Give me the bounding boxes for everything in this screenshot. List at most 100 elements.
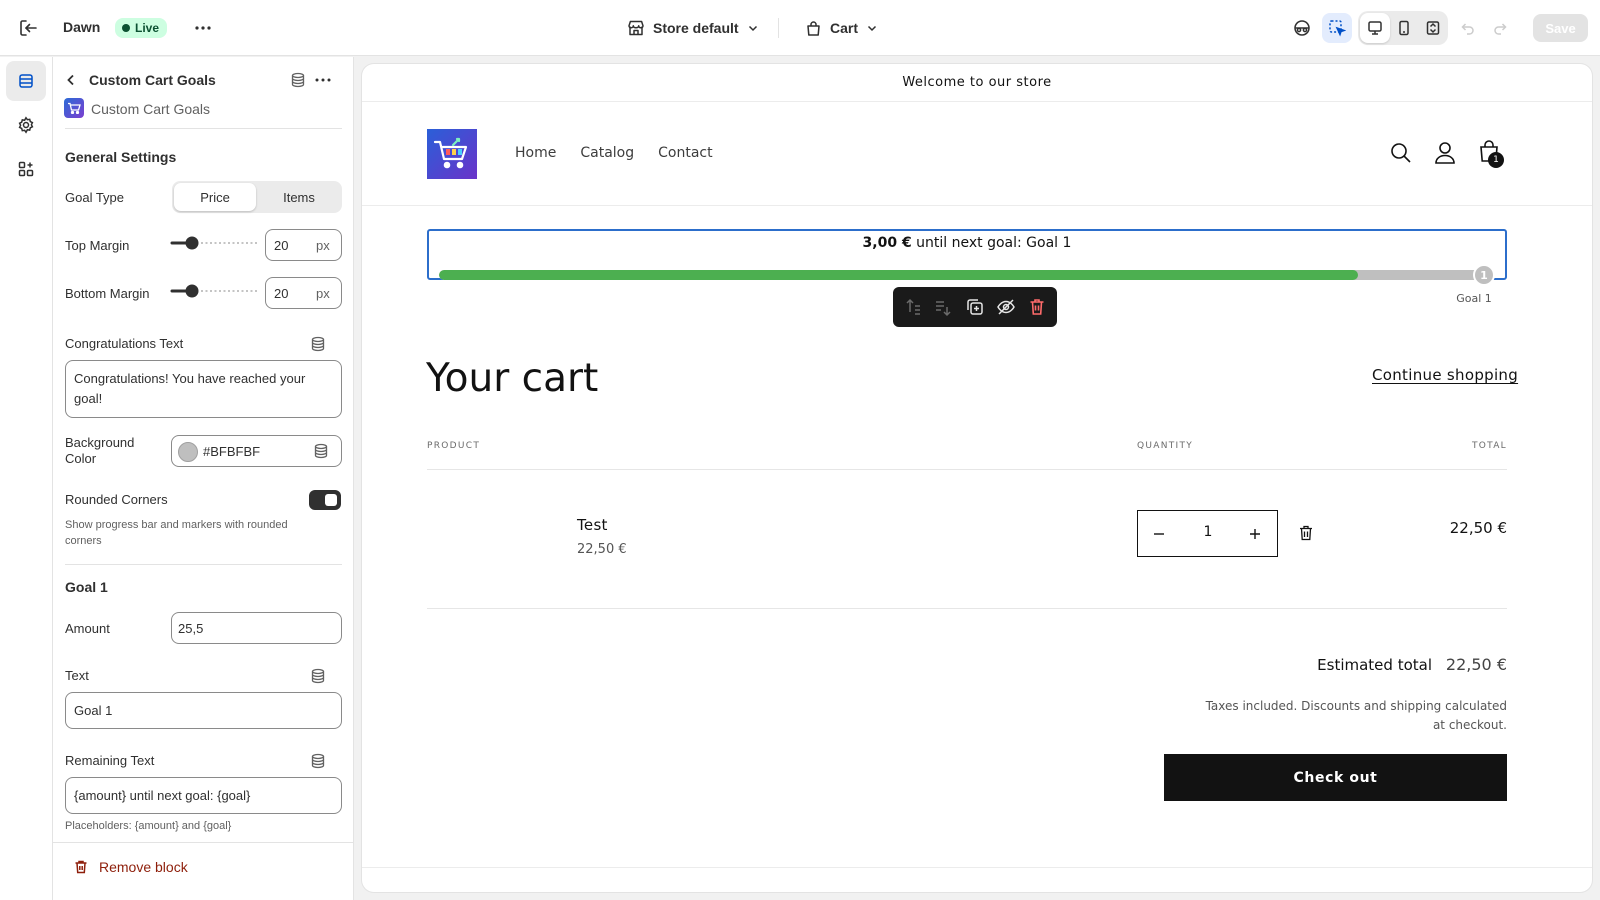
background-color-label: Background Color (65, 435, 135, 466)
rounded-corners-toggle[interactable] (309, 490, 341, 510)
exit-icon[interactable] (17, 17, 39, 39)
goal-text-input[interactable]: Goal 1 (65, 692, 342, 729)
main-nav: Home Catalog Contact (515, 145, 713, 161)
undo-icon[interactable] (1453, 13, 1483, 43)
rounded-corners-label: Rounded Corners (65, 492, 168, 507)
product-name[interactable]: Test (577, 516, 608, 534)
move-down-icon[interactable] (933, 297, 953, 317)
app-embeds-icon[interactable] (6, 149, 46, 189)
amount-label: Amount (65, 621, 110, 636)
goal-message: 3,00 € until next goal: Goal 1 (429, 235, 1505, 251)
duplicate-icon[interactable] (965, 297, 985, 317)
store-icon (627, 19, 645, 37)
estimated-total-label: Estimated total (1317, 656, 1432, 674)
move-up-icon[interactable] (903, 297, 923, 317)
nav-link-contact[interactable]: Contact (658, 145, 712, 161)
congrats-text-textarea[interactable]: Congratulations! You have reached your g… (65, 360, 342, 418)
hide-eye-icon[interactable] (996, 297, 1016, 317)
theme-settings-gear-icon[interactable] (6, 105, 46, 145)
template-selector[interactable]: Cart (805, 16, 878, 40)
redo-icon[interactable] (1485, 13, 1515, 43)
more-actions-icon[interactable] (192, 18, 214, 38)
store-logo[interactable] (427, 129, 477, 179)
checkout-button[interactable]: Check out (1164, 754, 1507, 801)
announcement-bar: Welcome to our store (362, 64, 1592, 102)
bag-icon (805, 20, 822, 37)
account-icon[interactable] (1434, 141, 1456, 165)
column-header-total: TOTAL (1471, 441, 1507, 451)
continue-shopping-link[interactable]: Continue shopping (1372, 366, 1518, 384)
bottom-margin-slider[interactable] (170, 279, 260, 303)
amount-input[interactable]: 25,5 (171, 612, 342, 644)
quantity-stepper: 1 (1137, 510, 1278, 557)
dynamic-source-icon[interactable] (313, 443, 329, 459)
store-selector[interactable]: Store default (627, 16, 759, 40)
goal-type-price-option[interactable]: Price (174, 183, 256, 211)
divider (427, 608, 1507, 609)
store-preview: Welcome to our store Home Catalog Contac… (362, 64, 1592, 892)
text-label: Text (65, 668, 89, 683)
bottom-margin-label: Bottom Margin (65, 286, 150, 301)
goal-progress-track (439, 270, 1483, 280)
chevron-down-icon (866, 22, 878, 34)
status-badge: Live (115, 18, 168, 38)
back-chevron-icon[interactable] (63, 72, 79, 88)
top-margin-unit: px (316, 238, 330, 253)
inspector-icon[interactable] (1287, 13, 1317, 43)
column-header-product: PRODUCT (427, 441, 481, 451)
product-price: 22,50 € (577, 542, 627, 557)
store-header: Home Catalog Contact 1 (362, 102, 1592, 206)
cart-line-item: Test 22,50 € 1 22,50 € (362, 470, 1592, 608)
store-selector-label: Store default (653, 20, 739, 36)
quantity-value[interactable]: 1 (1183, 524, 1233, 540)
status-badge-label: Live (135, 21, 160, 35)
bottom-margin-value: 20 (274, 286, 289, 301)
dynamic-source-icon[interactable] (310, 753, 326, 769)
more-options-icon[interactable] (315, 78, 331, 82)
delete-trash-icon[interactable] (1027, 297, 1047, 317)
cart-goals-block[interactable]: 3,00 € until next goal: Goal 1 1 (427, 229, 1507, 286)
congrats-text-label: Congratulations Text (65, 336, 184, 351)
app-name: Custom Cart Goals (91, 101, 211, 117)
top-margin-input[interactable]: 20 px (265, 229, 342, 261)
dynamic-source-icon[interactable] (310, 336, 326, 352)
live-dot-icon (122, 24, 130, 32)
select-element-icon[interactable] (1322, 13, 1352, 43)
bottom-margin-input[interactable]: 20 px (265, 277, 342, 309)
panel-title: Custom Cart Goals (89, 72, 216, 88)
top-margin-label: Top Margin (65, 238, 130, 253)
rounded-corners-help: Show progress bar and markers with round… (65, 519, 288, 547)
chevron-down-icon (747, 22, 759, 34)
goal-type-items-option[interactable]: Items (258, 183, 340, 211)
color-swatch[interactable] (178, 442, 198, 462)
nav-link-catalog[interactable]: Catalog (580, 145, 634, 161)
top-margin-value: 20 (274, 238, 289, 253)
mobile-view-icon[interactable] (1389, 13, 1419, 43)
dynamic-source-icon[interactable] (290, 72, 306, 88)
goal-1-heading: Goal 1 (65, 579, 108, 595)
remaining-text-input[interactable]: {amount} until next goal: {goal} (65, 777, 342, 814)
full-width-view-icon[interactable] (1418, 13, 1448, 43)
toggle-knob (325, 494, 337, 506)
background-color-picker[interactable]: #BFBFBF (171, 435, 342, 467)
general-settings-heading: General Settings (65, 149, 177, 165)
divider (778, 18, 779, 38)
trash-icon (73, 859, 89, 875)
desktop-view-icon[interactable] (1360, 13, 1390, 43)
plus-icon[interactable] (1244, 524, 1266, 544)
top-margin-slider[interactable] (170, 231, 260, 255)
minus-icon[interactable] (1148, 524, 1170, 544)
divider (65, 564, 342, 565)
app-logo-icon (64, 98, 84, 118)
save-button[interactable]: Save (1533, 14, 1588, 42)
theme-name: Dawn (63, 19, 101, 35)
announcement-text: Welcome to our store (902, 75, 1052, 90)
block-settings-panel: Custom Cart Goals Custom Cart Goals Gene… (53, 57, 354, 900)
cart-title: Your cart (426, 356, 599, 401)
remove-block-button[interactable]: Remove block (73, 859, 188, 875)
search-icon[interactable] (1390, 142, 1412, 164)
dynamic-source-icon[interactable] (310, 668, 326, 684)
remove-item-trash-icon[interactable] (1299, 525, 1313, 541)
nav-link-home[interactable]: Home (515, 145, 556, 161)
sections-icon[interactable] (6, 61, 46, 101)
